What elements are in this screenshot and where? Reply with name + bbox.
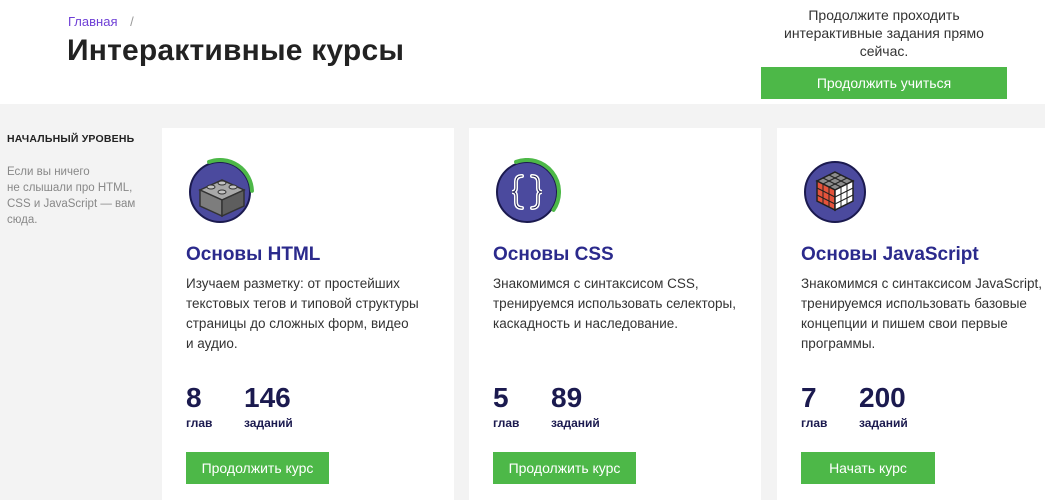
course-description-line: Изучаем разметку: от простейших <box>186 276 400 291</box>
breadcrumb: Главная / <box>68 14 134 29</box>
tasks-label: заданий <box>551 416 600 430</box>
course-description: Изучаем разметку: от простейших текстовы… <box>186 274 436 354</box>
course-description-line: тренируемся использовать селекторы, <box>493 296 736 311</box>
page-header: Главная / Интерактивные курсы Продолжите… <box>0 0 1045 104</box>
tasks-count: 146 <box>244 382 291 413</box>
tasks-label: заданий <box>859 416 908 430</box>
chapters-stat: 5 глав <box>493 382 519 430</box>
chapters-count: 8 <box>186 382 202 413</box>
course-description-line: концепции и пишем свои первые <box>801 316 1008 331</box>
chapters-stat: 7 глав <box>801 382 827 430</box>
course-description-line: Знакомимся с синтаксисом CSS, <box>493 276 699 291</box>
course-title[interactable]: Основы CSS <box>493 244 614 266</box>
course-card-javascript[interactable]: Основы JavaScript Знакомимся с синтаксис… <box>777 128 1045 500</box>
level-title: НАЧАЛЬНЫЙ УРОВЕНЬ <box>7 133 135 145</box>
tasks-stat: 146 заданий <box>244 382 293 430</box>
curly-braces-icon <box>496 158 561 223</box>
course-description-line: текстовых тегов и типовой структуры <box>186 296 419 311</box>
level-description-line: CSS и JavaScript — вам <box>7 198 136 210</box>
course-description-line: и аудио. <box>186 336 238 351</box>
course-description-line: тренируемся использовать базовые <box>801 296 1027 311</box>
tasks-stat: 89 заданий <box>551 382 600 430</box>
course-title[interactable]: Основы JavaScript <box>801 244 979 266</box>
course-description-line: страницы до сложных форм, видео <box>186 316 409 331</box>
course-description-line: каскадность и наследование. <box>493 316 678 331</box>
promo-text-line: Продолжите проходить <box>808 7 960 23</box>
start-course-button[interactable]: Начать курс <box>801 452 935 484</box>
continue-promo: Продолжите проходить интерактивные задан… <box>758 6 1010 99</box>
tasks-stat: 200 заданий <box>859 382 908 430</box>
lego-brick-icon <box>189 158 254 223</box>
promo-text: Продолжите проходить интерактивные задан… <box>758 6 1010 60</box>
course-card-css[interactable]: Основы CSS Знакомимся с синтаксисом CSS,… <box>469 128 761 500</box>
continue-learning-button[interactable]: Продолжить учиться <box>761 67 1007 99</box>
chapters-count: 7 <box>801 382 817 413</box>
chapters-count: 5 <box>493 382 509 413</box>
tasks-label: заданий <box>244 416 293 430</box>
course-description: Знакомимся с синтаксисом CSS, тренируемс… <box>493 274 743 334</box>
breadcrumb-separator: / <box>130 14 134 29</box>
continue-course-button[interactable]: Продолжить курс <box>186 452 329 484</box>
continue-course-button[interactable]: Продолжить курс <box>493 452 636 484</box>
course-title[interactable]: Основы HTML <box>186 244 320 266</box>
rubiks-cube-icon <box>804 161 866 223</box>
course-card-html[interactable]: Основы HTML Изучаем разметку: от простей… <box>162 128 454 500</box>
tasks-count: 89 <box>551 382 583 413</box>
level-description-line: Если вы ничего <box>7 166 90 178</box>
promo-text-line: интерактивные задания прямо сейчас. <box>784 25 984 59</box>
course-description: Знакомимся с синтаксисом JavaScript, тре… <box>801 274 1045 354</box>
chapters-stat: 8 глав <box>186 382 212 430</box>
tasks-count: 200 <box>859 382 906 413</box>
chapters-label: глав <box>493 416 520 430</box>
chapters-label: глав <box>801 416 828 430</box>
breadcrumb-home-link[interactable]: Главная <box>68 14 117 29</box>
course-description-line: Знакомимся с синтаксисом JavaScript, <box>801 276 1042 291</box>
page-title: Интерактивные курсы <box>67 34 405 67</box>
level-description-line: не слышали про HTML, <box>7 182 133 194</box>
level-description: Если вы ничего не слышали про HTML, CSS … <box>7 164 147 228</box>
chapters-label: глав <box>186 416 213 430</box>
course-description-line: программы. <box>801 336 876 351</box>
level-description-line: сюда. <box>7 214 38 226</box>
